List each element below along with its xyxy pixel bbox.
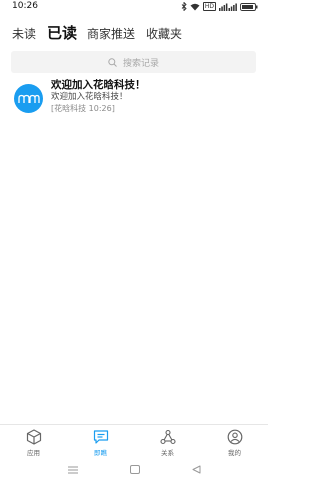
status-time: 10:26 (12, 1, 38, 11)
logo-icon (17, 94, 40, 103)
chat-icon (93, 430, 108, 444)
status-icons: HD (181, 2, 258, 11)
nav-label: 我的 (228, 449, 241, 457)
tab-read[interactable]: 已读 (47, 22, 77, 43)
share-network-icon (159, 429, 176, 445)
message-body: 欢迎加入花晗科技！ 欢迎加入花晗科技！ [花晗科技 10:26] (51, 79, 146, 119)
nav-item-messages[interactable]: 即瞧 (67, 425, 134, 459)
hd-badge: HD (202, 2, 216, 11)
nav-item-relations[interactable]: 关系 (134, 425, 201, 459)
battery-icon (240, 2, 258, 11)
message-preview: 欢迎加入花晗科技！ (51, 92, 128, 102)
nav-label: 关系 (161, 449, 174, 457)
wifi-icon (190, 3, 200, 11)
tab-bar: 未读 已读 商家推送 收藏夹 (12, 22, 193, 43)
tab-unread[interactable]: 未读 (12, 25, 36, 42)
search-icon (108, 57, 117, 67)
message-meta: [花晗科技 10:26] (51, 104, 115, 113)
home-icon[interactable] (129, 465, 140, 474)
nav-label: 应用 (27, 449, 40, 457)
tab-favorites[interactable]: 收藏夹 (146, 25, 182, 42)
system-nav (0, 459, 268, 480)
message-title: 欢迎加入花晗科技！ (51, 79, 146, 91)
tab-merchant-push[interactable]: 商家推送 (87, 25, 135, 42)
user-icon (227, 429, 242, 445)
back-icon[interactable] (192, 465, 201, 474)
nav-item-apps[interactable]: 应用 (0, 425, 67, 459)
menu-icon[interactable] (67, 466, 78, 474)
bottom-nav: 应用 即瞧 关系 我的 (0, 424, 268, 459)
search-input[interactable]: 搜索记录 (11, 51, 256, 73)
bluetooth-icon (181, 2, 187, 11)
avatar (14, 84, 43, 113)
status-bar: 10:26 HD (0, 0, 268, 14)
list-item[interactable]: 欢迎加入花晗科技！ 欢迎加入花晗科技！ [花晗科技 10:26] (11, 79, 256, 119)
signal-icon (219, 3, 237, 11)
box-icon (26, 429, 41, 445)
nav-label: 即瞧 (94, 449, 107, 457)
nav-item-me[interactable]: 我的 (201, 425, 268, 459)
search-placeholder: 搜索记录 (122, 58, 159, 69)
